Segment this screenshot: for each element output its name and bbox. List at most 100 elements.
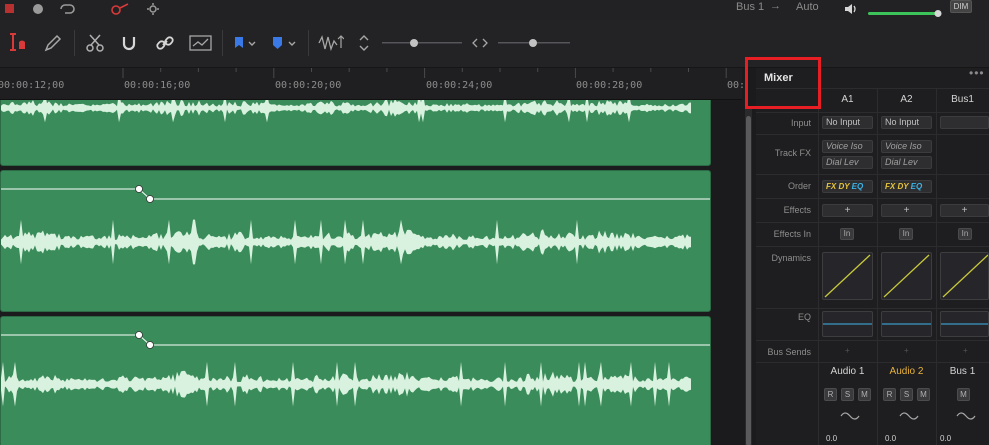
dynamics-graph-a2[interactable] bbox=[881, 252, 932, 300]
eq-graph-a2[interactable] bbox=[881, 311, 932, 337]
volume-readout-bus1[interactable]: 0.0 bbox=[940, 434, 951, 443]
record-icon[interactable] bbox=[4, 2, 16, 16]
volume-curve bbox=[1, 334, 710, 346]
blade-icon[interactable] bbox=[84, 32, 106, 54]
record-arm-button[interactable]: R bbox=[883, 388, 896, 401]
pan-icon[interactable] bbox=[899, 409, 919, 425]
track-fx-slot[interactable]: Dial Lev bbox=[881, 156, 932, 169]
mixer-column-a1: A1 bbox=[841, 94, 854, 105]
bus-send-plus[interactable]: + bbox=[845, 346, 850, 355]
audio-waveform bbox=[1, 331, 710, 407]
top-strip: Bus 1 → Auto DIM bbox=[0, 0, 989, 20]
add-effect-button-bus1[interactable]: + bbox=[940, 204, 989, 217]
arrow-right-icon: → bbox=[770, 0, 781, 12]
position-lock-icon[interactable] bbox=[188, 32, 214, 54]
track-fx-slot[interactable]: Voice Iso bbox=[881, 140, 932, 153]
range-selection-icon[interactable] bbox=[6, 32, 32, 54]
order-fx: FX bbox=[885, 182, 896, 191]
speaker-icon[interactable] bbox=[843, 2, 859, 16]
divider bbox=[756, 112, 989, 113]
order-fx: FX bbox=[826, 182, 837, 191]
volume-slider[interactable] bbox=[868, 5, 944, 19]
order-eq: EQ bbox=[851, 182, 864, 191]
waveform-shape bbox=[1, 100, 691, 123]
horizontal-zoom-slider[interactable] bbox=[498, 32, 570, 54]
settings-icon[interactable] bbox=[145, 2, 161, 16]
volume-readout-a1[interactable]: 0.0 bbox=[826, 434, 837, 443]
input-select-bus1[interactable] bbox=[940, 116, 989, 129]
row-label-dynamics: Dynamics bbox=[771, 253, 811, 263]
automation-icon[interactable] bbox=[111, 2, 133, 16]
keyframe-handle bbox=[135, 331, 143, 339]
mute-button[interactable]: M bbox=[858, 388, 871, 401]
stop-icon[interactable] bbox=[32, 2, 44, 16]
vertical-zoom-icon[interactable] bbox=[356, 32, 372, 54]
effects-in-toggle-bus1[interactable]: In bbox=[958, 228, 972, 240]
waveform-shape bbox=[1, 219, 691, 265]
effects-in-toggle-a1[interactable]: In bbox=[840, 228, 854, 240]
keyframe-handle bbox=[146, 341, 154, 349]
pan-icon[interactable] bbox=[956, 409, 976, 425]
scrollbar-thumb[interactable] bbox=[746, 116, 751, 445]
eq-graph-bus1[interactable] bbox=[940, 311, 989, 337]
order-dy: DY bbox=[897, 182, 909, 191]
record-arm-button[interactable]: R bbox=[824, 388, 837, 401]
input-select-a2[interactable]: No Input bbox=[881, 116, 932, 129]
audio-clip-track-2[interactable] bbox=[0, 170, 711, 312]
strip-name-bus-1: Bus 1 bbox=[949, 366, 976, 377]
solo-button[interactable]: S bbox=[841, 388, 854, 401]
audio-tracks-area[interactable] bbox=[0, 100, 742, 445]
loop-icon[interactable] bbox=[58, 2, 76, 16]
track-fx-slot[interactable]: Dial Lev bbox=[822, 156, 873, 169]
audio-clip-track-3[interactable] bbox=[0, 316, 711, 445]
eq-graph-a1[interactable] bbox=[822, 311, 873, 337]
divider bbox=[756, 340, 989, 341]
timeline-ruler[interactable]: 00:00:12;00 00:00:16;00 00:00:20;00 00:0… bbox=[0, 68, 745, 100]
divider bbox=[756, 246, 989, 247]
dynamics-graph-a1[interactable] bbox=[822, 252, 873, 300]
solo-button[interactable]: S bbox=[900, 388, 913, 401]
divider bbox=[756, 134, 989, 135]
effects-in-toggle-a2[interactable]: In bbox=[899, 228, 913, 240]
waveform-zoom-icon[interactable] bbox=[318, 32, 344, 54]
volume-curve bbox=[1, 188, 710, 200]
order-button-a2[interactable]: FX DY EQ bbox=[881, 180, 932, 193]
horizontal-zoom-icon[interactable] bbox=[470, 32, 490, 54]
timeline-vertical-scrollbar[interactable] bbox=[745, 108, 752, 445]
output-bus-label[interactable]: Bus 1 bbox=[736, 1, 764, 13]
order-eq: EQ bbox=[910, 182, 923, 191]
toolbar-divider bbox=[74, 30, 75, 56]
add-effect-button-a1[interactable]: + bbox=[822, 204, 873, 217]
link-icon[interactable] bbox=[154, 32, 176, 54]
pencil-icon[interactable] bbox=[42, 32, 64, 54]
mute-button[interactable]: M bbox=[957, 388, 970, 401]
bus-send-plus[interactable]: + bbox=[963, 346, 968, 355]
order-button-a1[interactable]: FX DY EQ bbox=[822, 180, 873, 193]
pan-icon[interactable] bbox=[840, 409, 860, 425]
marker-dropdown-icon[interactable] bbox=[268, 32, 300, 54]
mixer-column-bus1: Bus1 bbox=[951, 94, 974, 105]
row-label-eq: EQ bbox=[797, 312, 811, 322]
divider bbox=[936, 88, 937, 445]
toolbar-divider bbox=[308, 30, 309, 56]
keyframe-handle bbox=[135, 185, 143, 193]
keyframe-handle bbox=[146, 195, 154, 203]
input-select-a1[interactable]: No Input bbox=[822, 116, 873, 129]
toolbar-divider bbox=[222, 30, 223, 56]
automation-mode-label[interactable]: Auto bbox=[796, 1, 819, 13]
flag-dropdown-icon[interactable] bbox=[230, 32, 260, 54]
mute-button[interactable]: M bbox=[917, 388, 930, 401]
row-label-effects-in: Effects In bbox=[773, 229, 811, 239]
dynamics-graph-bus1[interactable] bbox=[940, 252, 989, 300]
vertical-zoom-slider[interactable] bbox=[382, 32, 462, 54]
audio-clip-track-1[interactable] bbox=[0, 100, 711, 166]
strip-name-audio-2: Audio 2 bbox=[889, 366, 924, 377]
add-effect-button-a2[interactable]: + bbox=[881, 204, 932, 217]
more-options-icon[interactable]: ••• bbox=[969, 66, 985, 80]
row-label-order: Order bbox=[787, 181, 811, 191]
bus-send-plus[interactable]: + bbox=[904, 346, 909, 355]
track-fx-slot[interactable]: Voice Iso bbox=[822, 140, 873, 153]
volume-readout-a2[interactable]: 0.0 bbox=[885, 434, 896, 443]
snapping-icon[interactable] bbox=[118, 32, 140, 54]
dim-button[interactable]: DIM bbox=[950, 0, 972, 13]
